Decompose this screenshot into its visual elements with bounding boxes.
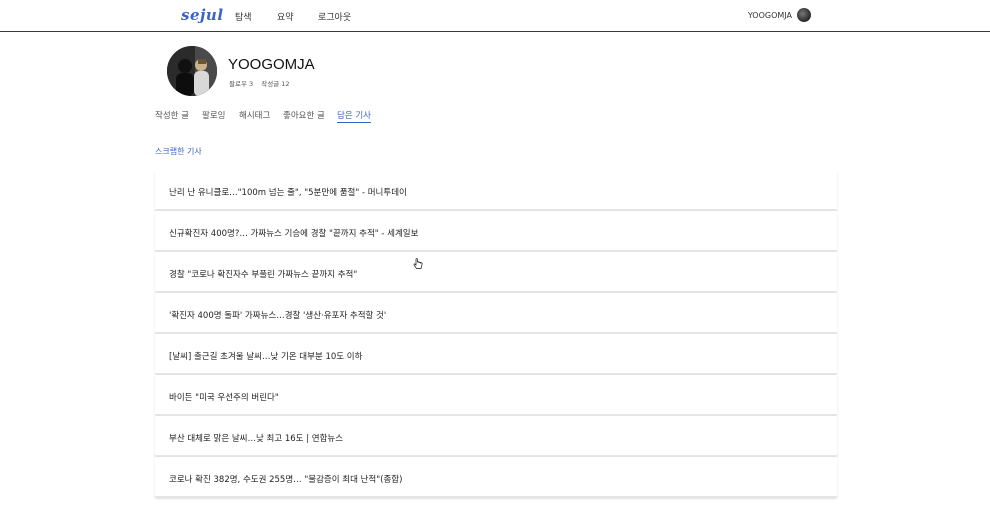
tab-hashtags[interactable]: 해시태그 bbox=[239, 109, 270, 121]
article-item[interactable]: '확진자 400명 돌파' 가짜뉴스…경찰 '생산·유포자 추적할 것' bbox=[155, 293, 837, 333]
nav-explore[interactable]: 탐색 bbox=[235, 10, 252, 23]
nav-logout[interactable]: 로그아웃 bbox=[318, 10, 351, 23]
section-title: 스크랩한 기사 bbox=[155, 147, 202, 156]
profile-stats: 팔로우 3 작성글 12 bbox=[229, 78, 296, 88]
profile-photo-image bbox=[167, 46, 217, 96]
tab-liked-posts[interactable]: 좋아요한 글 bbox=[283, 109, 325, 121]
article-item[interactable]: 바이든 "미국 우선주의 버린다" bbox=[155, 375, 837, 415]
article-title: 신규확진자 400명?… 가짜뉴스 기승에 경찰 "끝까지 추적" - 세계일보 bbox=[169, 229, 419, 239]
following-count[interactable]: 팔로우 3 bbox=[229, 80, 253, 88]
profile-avatar bbox=[167, 46, 217, 96]
article-title: 경찰 "코로나 확진자수 부풀린 가짜뉴스 끝까지 추적" bbox=[169, 270, 358, 280]
posts-count: 작성글 12 bbox=[261, 80, 290, 88]
nav-summary[interactable]: 요약 bbox=[277, 10, 294, 23]
logo[interactable]: sejul bbox=[181, 6, 224, 24]
hand-cursor-icon bbox=[413, 258, 423, 269]
article-item[interactable]: 코로나 확진 382명, 수도권 255명… "불감증이 최대 난적"(종합) bbox=[155, 457, 837, 497]
top-navbar: sejul 탐색 요약 로그아웃 YOOGOMJA bbox=[0, 0, 990, 32]
article-item[interactable]: 난리 난 유니클로…"100m 넘는 줄", "5분만에 품절" - 머니투데이 bbox=[155, 170, 837, 210]
tab-following[interactable]: 팔로잉 bbox=[202, 109, 225, 121]
article-title: [날씨] 출근길 초겨울 날씨…낮 기온 대부분 10도 이하 bbox=[169, 352, 363, 362]
article-item[interactable]: 경찰 "코로나 확진자수 부풀린 가짜뉴스 끝까지 추적" bbox=[155, 252, 837, 292]
article-item[interactable]: 부산 대체로 맑은 날씨…낮 최고 16도 | 연합뉴스 bbox=[155, 416, 837, 456]
profile-name: YOOGOMJA bbox=[228, 56, 315, 73]
header-avatar[interactable] bbox=[797, 8, 811, 22]
article-item[interactable]: 신규확진자 400명?… 가짜뉴스 기승에 경찰 "끝까지 추적" - 세계일보 bbox=[155, 211, 837, 251]
article-title: '확진자 400명 돌파' 가짜뉴스…경찰 '생산·유포자 추적할 것' bbox=[169, 311, 387, 321]
article-item[interactable]: [날씨] 출근길 초겨울 날씨…낮 기온 대부분 10도 이하 bbox=[155, 334, 837, 374]
article-title: 부산 대체로 맑은 날씨…낮 최고 16도 | 연합뉴스 bbox=[169, 434, 344, 444]
tab-saved-articles[interactable]: 담은 기사 bbox=[337, 109, 371, 123]
tab-written-posts[interactable]: 작성한 글 bbox=[155, 109, 189, 121]
article-title: 바이든 "미국 우선주의 버린다" bbox=[169, 393, 279, 403]
article-title: 코로나 확진 382명, 수도권 255명… "불감증이 최대 난적"(종합) bbox=[169, 475, 403, 485]
article-title: 난리 난 유니클로…"100m 넘는 줄", "5분만에 품절" - 머니투데이 bbox=[169, 188, 407, 198]
header-username[interactable]: YOOGOMJA bbox=[748, 11, 792, 20]
